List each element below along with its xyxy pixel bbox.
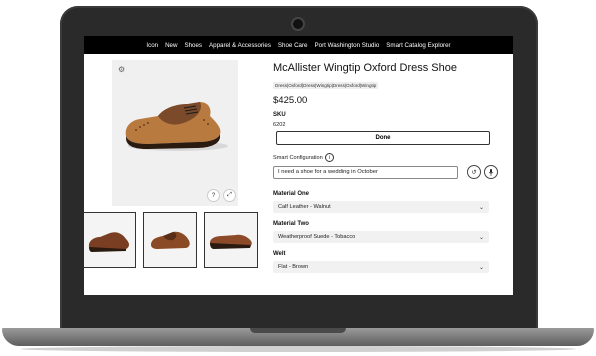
nav-item-shoes[interactable]: Shoes — [184, 42, 202, 49]
done-button[interactable]: Done — [276, 131, 490, 145]
microphone-icon[interactable] — [484, 165, 498, 179]
product-details: McAllister Wingtip Oxford Dress Shoe Dre… — [273, 62, 503, 273]
smart-config-row: I need a shoe for a wedding in October ↺ — [273, 165, 503, 179]
material-one-value: Calf Leather - Walnut — [278, 204, 331, 210]
thumbnail-1[interactable] — [84, 212, 136, 268]
smart-config-label: Smart Configuration — [273, 154, 323, 161]
product-gallery: ⚙ ? ⤢ — [112, 60, 238, 206]
welt-label: Welt — [273, 251, 286, 257]
thumbnail-3[interactable] — [204, 212, 258, 268]
nav-item-apparel[interactable]: Apparel & Accessories — [209, 42, 271, 49]
nav-item-icon[interactable]: Icon — [146, 42, 158, 49]
reset-icon[interactable]: ↺ — [467, 165, 481, 179]
laptop-shadow — [20, 346, 576, 352]
settings-icon[interactable]: ⚙ — [118, 66, 125, 74]
chevron-down-icon: ⌄ — [478, 204, 484, 211]
welt-value: Flat - Brown — [278, 264, 309, 270]
material-two-select[interactable]: Weatherproof Suede - Tobacco ⌄ — [273, 231, 489, 243]
thumbnail-shoe-image — [210, 234, 252, 249]
sku-label: SKU — [273, 112, 286, 118]
laptop-base-notch — [250, 328, 346, 333]
material-two-value: Weatherproof Suede - Tobacco — [278, 234, 356, 240]
nav-item-studio[interactable]: Port Washington Studio — [315, 42, 380, 49]
top-nav: Icon New Shoes Apparel & Accessories Sho… — [84, 36, 513, 54]
chevron-down-icon: ⌄ — [478, 264, 484, 271]
material-two-label: Material Two — [273, 221, 309, 227]
sku-value: 6202 — [273, 122, 286, 128]
nav-item-smart-catalog[interactable]: Smart Catalog Explorer — [386, 42, 450, 49]
product-title: McAllister Wingtip Oxford Dress Shoe — [273, 62, 457, 74]
nav-item-shoe-care[interactable]: Shoe Care — [278, 42, 308, 49]
expand-icon[interactable]: ⤢ — [223, 189, 236, 202]
thumbnail-shoe-image — [88, 232, 129, 252]
breadcrumb: Dress|Oxford|Dress|Wingtip|Dress|Oxford|… — [273, 82, 379, 89]
smart-config-input[interactable]: I need a shoe for a wedding in October — [273, 165, 458, 179]
product-price: $425.00 — [273, 95, 308, 106]
material-one-select[interactable]: Calf Leather - Walnut ⌄ — [273, 201, 489, 213]
nav-item-new[interactable]: New — [165, 42, 177, 49]
webcam-icon — [293, 19, 303, 29]
welt-select[interactable]: Flat - Brown ⌄ — [273, 261, 489, 273]
help-icon[interactable]: ? — [207, 189, 220, 202]
material-one-label: Material One — [273, 191, 310, 197]
chevron-down-icon: ⌄ — [478, 234, 484, 241]
thumbnail-shoe-image — [151, 231, 190, 249]
main-product-image — [125, 102, 228, 151]
info-icon[interactable]: i — [324, 153, 334, 162]
smart-config-header: Smart Configuration i — [273, 153, 503, 162]
thumbnail-2[interactable] — [143, 212, 197, 268]
laptop-screen: Icon New Shoes Apparel & Accessories Sho… — [84, 36, 513, 295]
